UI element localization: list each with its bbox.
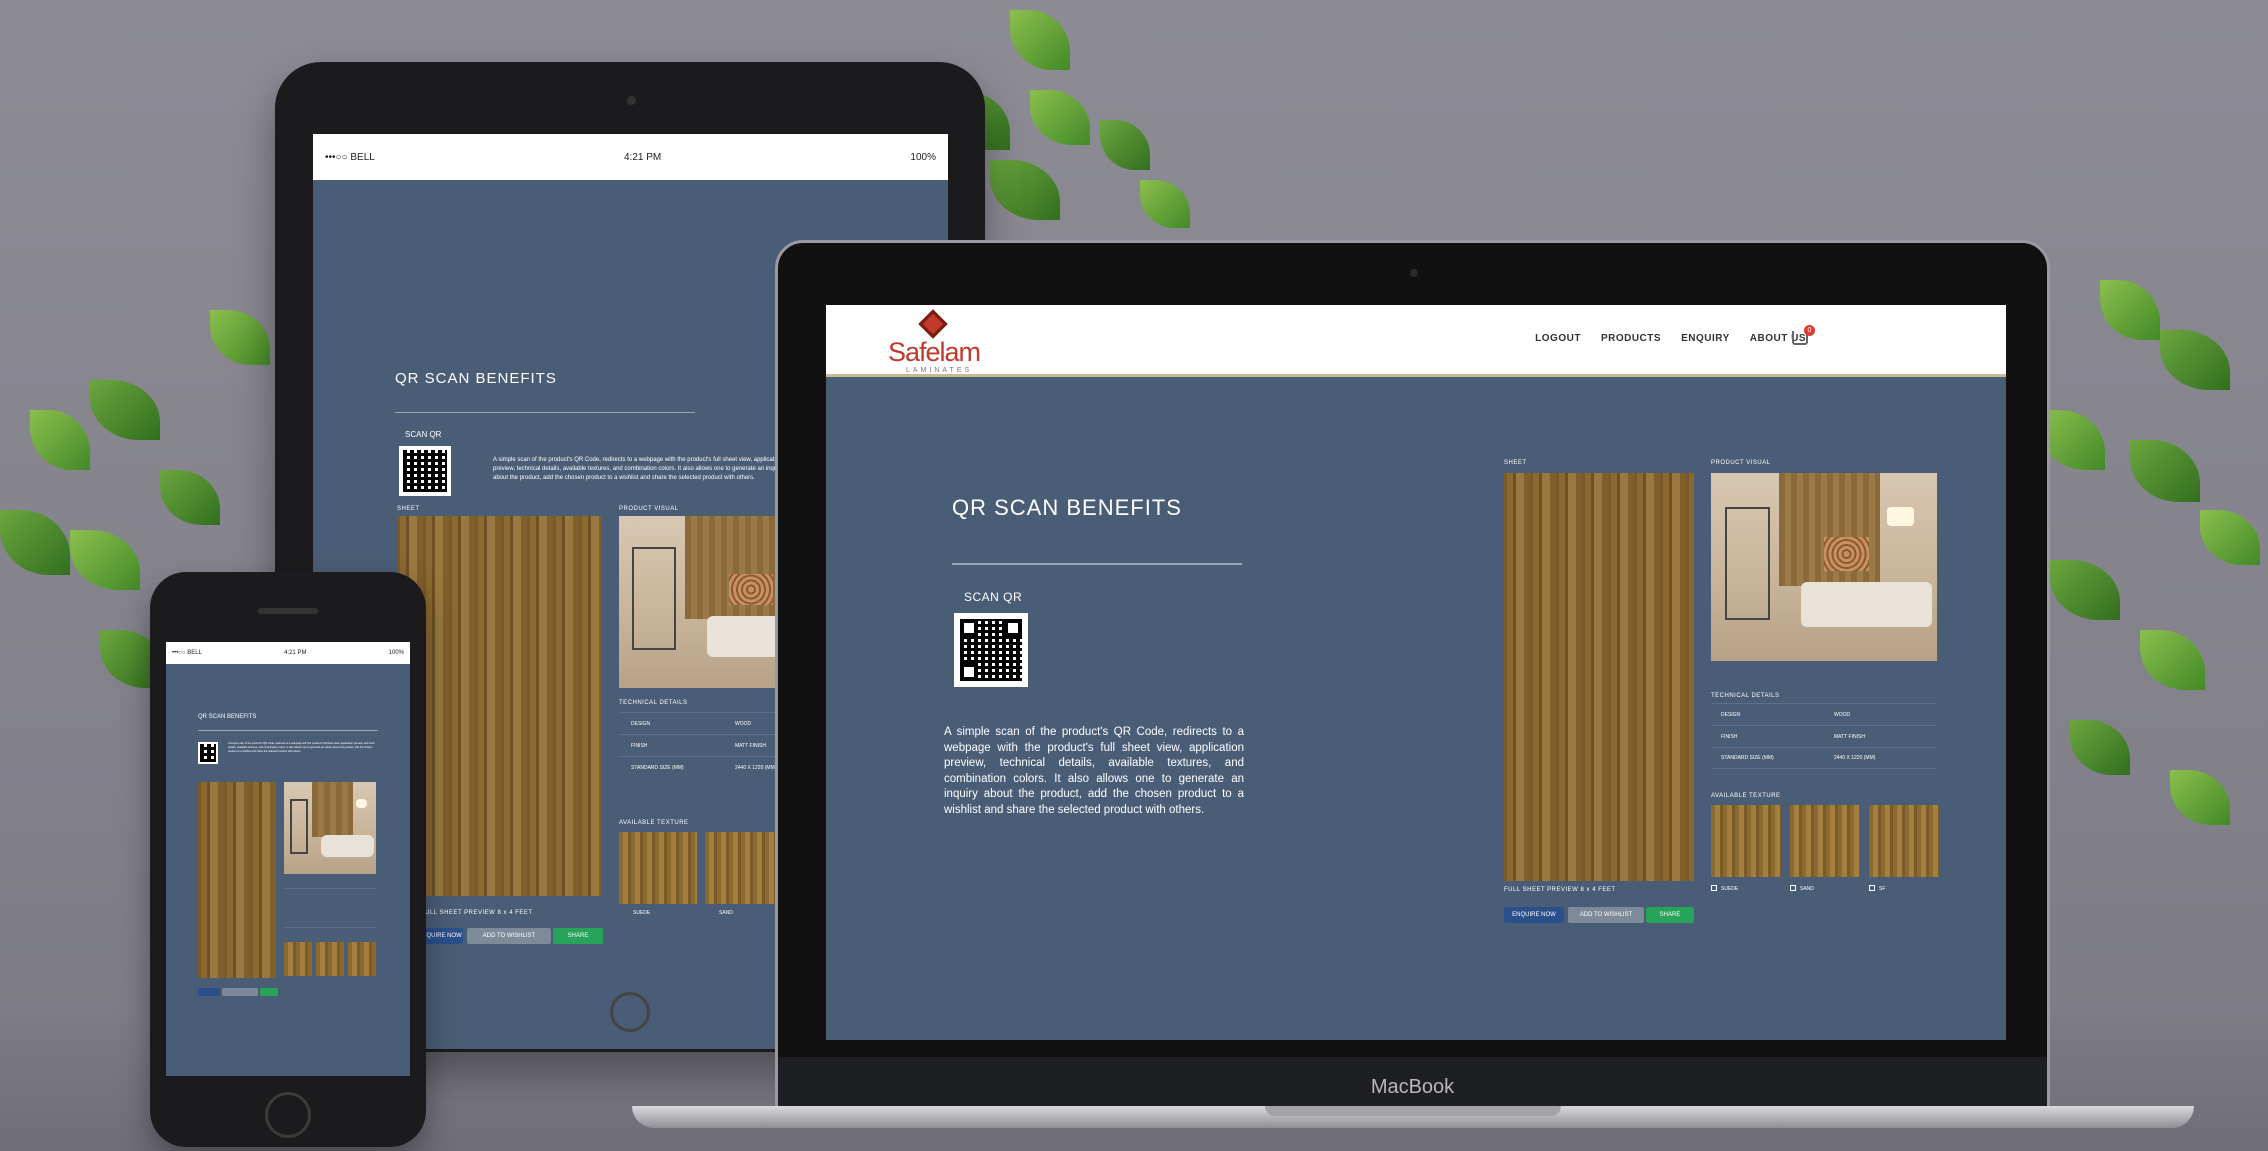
texture-caption: SUEDE xyxy=(633,910,651,916)
tech-row: FINISH MATT FINISH xyxy=(1711,725,1937,747)
preview-caption: FULL SHEET PREVIEW 8 x 4 FEET xyxy=(1504,887,1616,893)
battery-text: 100% xyxy=(910,151,936,163)
tablet-camera xyxy=(627,96,636,105)
texture-caption: SAND xyxy=(1800,886,1814,892)
qr-code xyxy=(399,446,451,496)
carrier-text: •••○○ BELL xyxy=(325,151,375,163)
tablet-home-button[interactable] xyxy=(610,992,650,1032)
sheet-preview xyxy=(1504,473,1694,881)
laptop-camera xyxy=(1410,269,1418,277)
texture-checkbox[interactable] xyxy=(1711,885,1717,891)
texture-checkbox[interactable] xyxy=(1869,885,1875,891)
enquire-button[interactable] xyxy=(198,988,220,996)
laptop-device: Safelam LAMINATES LOGOUT PRODUCTS ENQUIR… xyxy=(775,240,2050,1110)
texture-caption: SUEDE xyxy=(1721,886,1739,892)
tech-row: DESIGN WOOD xyxy=(1711,703,1937,725)
cart-badge: 0 xyxy=(1804,325,1815,336)
tech-row: STANDARD SIZE (MM) 2440 X 1220 (MM) xyxy=(1711,747,1937,769)
divider xyxy=(198,730,378,731)
wishlist-button[interactable]: ADD TO WISHLIST xyxy=(1568,907,1644,923)
texture-swatch[interactable] xyxy=(284,942,312,976)
laptop-screen: Safelam LAMINATES LOGOUT PRODUCTS ENQUIR… xyxy=(826,305,2006,1040)
scan-qr-label: SCAN QR xyxy=(405,430,442,439)
textures-label: AVAILABLE TEXTURE xyxy=(1711,793,1781,799)
nav-logout[interactable]: LOGOUT xyxy=(1535,333,1581,344)
divider xyxy=(395,412,695,413)
qr-code xyxy=(198,742,218,764)
visual-label: PRODUCT VISUAL xyxy=(619,506,679,512)
texture-swatch[interactable] xyxy=(348,942,376,976)
scan-qr-label: SCAN QR xyxy=(964,590,1023,604)
page-title: QR SCAN BENEFITS xyxy=(952,495,1182,520)
phone-home-button[interactable] xyxy=(265,1092,311,1138)
visual-label: PRODUCT VISUAL xyxy=(1711,460,1771,466)
safelam-logo[interactable]: Safelam LAMINATES xyxy=(888,309,998,374)
tech-row xyxy=(284,888,376,928)
phone-screen: •••○○ BELL 4:21 PM 100% QR SCAN BENEFITS… xyxy=(166,642,410,1076)
laptop-notch xyxy=(1265,1106,1561,1116)
wishlist-button[interactable] xyxy=(222,988,258,996)
tech-label: TECHNICAL DETAILS xyxy=(1711,693,1780,699)
share-button[interactable]: SHARE xyxy=(1646,907,1694,923)
share-button[interactable]: SHARE xyxy=(553,928,603,944)
qr-description: A simple scan of the product's QR Code, … xyxy=(493,457,784,481)
sheet-label: SHEET xyxy=(397,506,420,512)
product-visual-image xyxy=(1711,473,1937,661)
nav-enquiry[interactable]: ENQUIRY xyxy=(1681,333,1730,344)
texture-swatch-suede[interactable] xyxy=(1711,805,1781,877)
tech-label: TECHNICAL DETAILS xyxy=(619,700,688,706)
qr-description: A simple scan of the product's QR Code, … xyxy=(944,726,1244,816)
time-text: 4:21 PM xyxy=(624,151,662,163)
enquire-button[interactable]: ENQUIRE NOW xyxy=(1504,907,1564,923)
page-title: QR SCAN BENEFITS xyxy=(198,714,257,720)
logo-mark-icon xyxy=(918,309,948,339)
texture-swatch-sand[interactable] xyxy=(1790,805,1860,877)
texture-caption: SAND xyxy=(719,910,733,916)
texture-swatch[interactable] xyxy=(705,832,783,904)
divider xyxy=(952,563,1242,565)
share-button[interactable] xyxy=(260,988,278,996)
status-bar: •••○○ BELL 4:21 PM 100% xyxy=(313,134,948,180)
texture-swatch[interactable] xyxy=(619,832,697,904)
product-visual-image xyxy=(284,782,376,874)
status-bar: •••○○ BELL 4:21 PM 100% xyxy=(166,642,410,664)
texture-swatch[interactable] xyxy=(316,942,344,976)
sheet-preview xyxy=(397,516,601,896)
battery-text: 100% xyxy=(388,650,404,656)
qr-code xyxy=(954,613,1028,687)
phone-device: •••○○ BELL 4:21 PM 100% QR SCAN BENEFITS… xyxy=(150,572,426,1147)
preview-caption: FULL SHEET PREVIEW 8 x 4 FEET xyxy=(421,910,533,916)
page-title: QR SCAN BENEFITS xyxy=(395,370,557,387)
laptop-bezel: MacBook xyxy=(778,1057,2047,1107)
texture-checkbox[interactable] xyxy=(1790,885,1796,891)
nav-products[interactable]: PRODUCTS xyxy=(1601,333,1661,344)
main-nav: LOGOUT PRODUCTS ENQUIRY ABOUT US xyxy=(1535,333,1806,344)
texture-caption: SF xyxy=(1879,886,1886,892)
qr-description: A simple scan of the product's QR Code, … xyxy=(228,742,375,753)
carrier-text: •••○○ BELL xyxy=(172,650,202,656)
sheet-label: SHEET xyxy=(1504,460,1527,466)
wishlist-button[interactable]: ADD TO WISHLIST xyxy=(467,928,551,944)
logo-text: Safelam xyxy=(888,337,981,367)
tech-table: DESIGN WOOD FINISH MATT FINISH STANDARD SI… xyxy=(1711,703,1937,769)
textures-label: AVAILABLE TEXTURE xyxy=(619,820,689,826)
laptop-brand: MacBook xyxy=(1370,1076,1455,1098)
texture-swatch-sf[interactable] xyxy=(1869,805,1939,877)
site-header: Safelam LAMINATES LOGOUT PRODUCTS ENQUIR… xyxy=(826,305,2006,377)
sheet-preview xyxy=(198,782,276,978)
phone-speaker xyxy=(258,608,318,614)
logo-subtext: LAMINATES xyxy=(906,367,973,374)
time-text: 4:21 PM xyxy=(284,650,307,656)
